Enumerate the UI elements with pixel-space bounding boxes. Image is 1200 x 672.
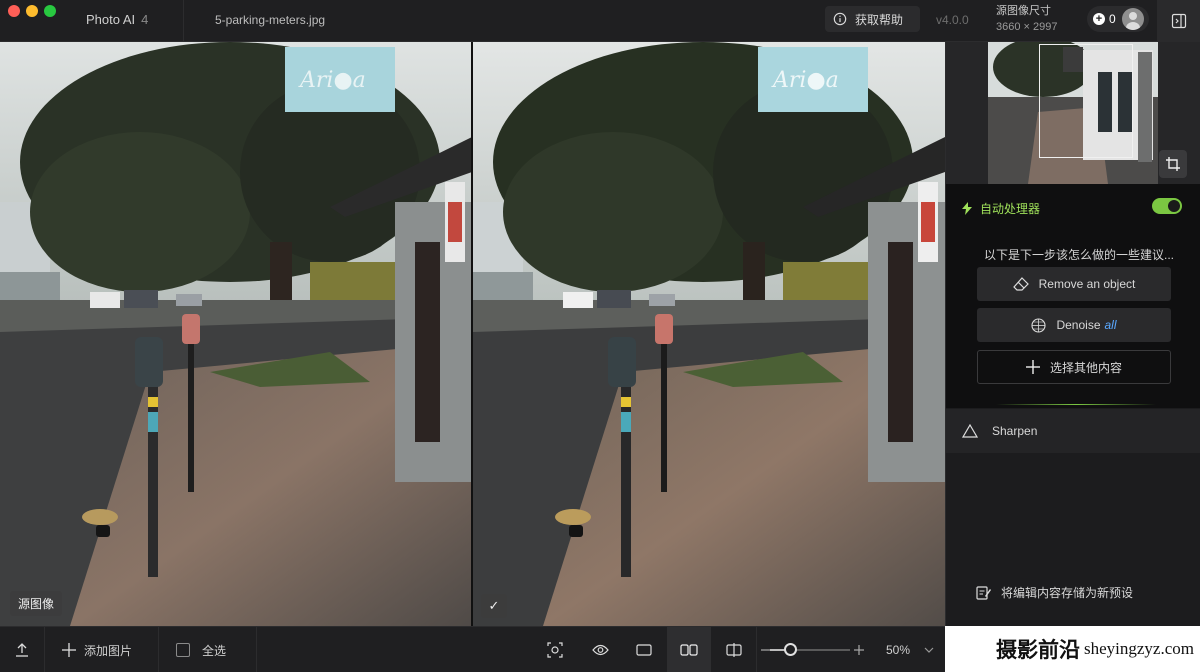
select-other-label: 选择其他内容	[1049, 360, 1122, 375]
save-preset-button[interactable]: 将编辑内容存储为新预设	[976, 584, 1133, 601]
source-size: 源图像尺寸 3660 × 2997	[996, 3, 1057, 35]
original-label: 源图像	[10, 591, 63, 616]
avatar[interactable]	[1122, 8, 1144, 30]
version-label: v4.0.0	[936, 13, 969, 27]
processed-check-badge: ✓	[481, 594, 507, 618]
credits-count: 0	[1109, 12, 1116, 26]
denoise-label-text: Denoise	[1056, 318, 1101, 332]
suggestion-text: 以下是下一步该怎么做的一些建议...	[984, 248, 1175, 262]
add-images-label: 添加图片	[84, 643, 133, 658]
window-zoom-button[interactable]	[44, 5, 56, 17]
toolbar-divider	[256, 627, 257, 672]
source-size-value: 3660 × 2997	[996, 21, 1058, 33]
add-images-button[interactable]: 添加图片	[62, 627, 132, 672]
autopilot-toggle[interactable]	[1152, 198, 1182, 214]
navigator-viewport-frame[interactable]	[1039, 44, 1133, 158]
app-version-badge: 4	[141, 12, 149, 27]
source-size-label: 源图像尺寸	[996, 5, 1051, 17]
sharpen-triangle-icon	[962, 424, 978, 438]
single-view-button[interactable]	[622, 627, 666, 672]
plus-icon	[62, 643, 76, 657]
crop-button[interactable]	[1159, 150, 1187, 178]
side-by-side-view-button[interactable]	[667, 627, 711, 672]
remove-object-label: Remove an object	[1038, 277, 1136, 291]
preview-toggle-button[interactable]	[578, 627, 622, 672]
help-label: 获取帮助	[855, 12, 904, 27]
export-button[interactable]	[14, 627, 30, 672]
window-close-button[interactable]	[8, 5, 20, 17]
eye-icon	[591, 644, 609, 656]
single-view-icon	[636, 644, 652, 656]
sign-text-processed: Ari●a	[771, 68, 839, 93]
checkbox-box	[176, 643, 190, 657]
toggle-panel-button[interactable]	[1157, 0, 1200, 42]
section-highlight-line	[996, 404, 1156, 405]
watermark-en: sheyingzyz.com	[1084, 639, 1194, 658]
app-title: Photo AI 4	[86, 12, 148, 27]
original-preview[interactable]: Ari●a 源图像	[0, 42, 472, 626]
denoise-label: Denoise all	[1056, 318, 1116, 332]
toolbar-divider	[44, 627, 45, 672]
denoise-button[interactable]: Denoise all	[977, 308, 1171, 342]
watermark-cn: 摄影前沿	[996, 637, 1080, 662]
plus-icon	[1025, 360, 1040, 374]
navigator	[946, 42, 1200, 184]
autopilot-header: 自动处理器	[962, 200, 1040, 217]
save-preset-icon	[976, 586, 991, 600]
autopilot-label: 自动处理器	[980, 202, 1041, 216]
sharpen-label: Sharpen	[992, 424, 1038, 438]
toolbar-divider	[756, 627, 757, 672]
zoom-in-button[interactable]	[854, 627, 864, 672]
sidebar-toggle-icon	[1171, 13, 1186, 29]
help-button[interactable]: 获取帮助	[825, 6, 920, 32]
add-credits-icon: +	[1093, 13, 1105, 25]
app-name: Photo AI	[86, 12, 136, 27]
select-other-button[interactable]: 选择其他内容	[977, 350, 1171, 384]
sign-text: Ari●a	[298, 68, 366, 93]
select-all-label: 全选	[202, 643, 227, 658]
title-bar: Photo AI 4 5-parking-meters.jpg 获取帮助 v4.0…	[0, 0, 1200, 42]
autopilot-section: 自动处理器 以下是下一步该怎么做的一些建议... Remove an objec…	[946, 184, 1200, 408]
zoom-slider[interactable]	[770, 643, 850, 656]
lightning-icon	[962, 202, 972, 215]
info-icon	[833, 12, 847, 26]
remove-object-button[interactable]: Remove an object	[977, 267, 1171, 301]
street-photo-original: Ari●a	[0, 42, 472, 626]
sharpen-row[interactable]: Sharpen	[946, 409, 1200, 453]
plus-icon	[854, 645, 864, 655]
navigator-thumbnail[interactable]	[988, 42, 1158, 184]
select-all-checkbox[interactable]: 全选	[176, 627, 226, 672]
processed-preview[interactable]: Ari●a ✓	[473, 42, 945, 626]
screenshot-button[interactable]	[533, 627, 577, 672]
side-by-side-icon	[680, 644, 698, 656]
eraser-icon	[1012, 277, 1029, 291]
street-photo-processed: Ari●a	[473, 42, 945, 626]
save-preset-label: 将编辑内容存储为新预设	[1001, 586, 1134, 600]
zoom-level-label: 50%	[886, 643, 911, 657]
denoise-scope: all	[1104, 318, 1117, 332]
chevron-down-icon	[924, 647, 934, 653]
split-view-icon	[726, 643, 742, 657]
toolbar-divider	[158, 627, 159, 672]
zoom-slider-handle[interactable]	[784, 643, 797, 656]
watermark: 摄影前沿 sheyingzyz.com	[945, 626, 1200, 672]
zoom-level-select[interactable]: 50%	[886, 627, 934, 672]
split-view-button[interactable]	[712, 627, 756, 672]
window-minimize-button[interactable]	[26, 5, 38, 17]
camera-frame-icon	[547, 642, 563, 658]
side-panel: 自动处理器 以下是下一步该怎么做的一些建议... Remove an objec…	[945, 42, 1200, 626]
upload-icon	[16, 643, 28, 657]
crop-icon	[1166, 157, 1180, 171]
denoise-icon	[1031, 317, 1047, 333]
file-name: 5-parking-meters.jpg	[215, 13, 326, 27]
title-divider	[183, 0, 184, 42]
